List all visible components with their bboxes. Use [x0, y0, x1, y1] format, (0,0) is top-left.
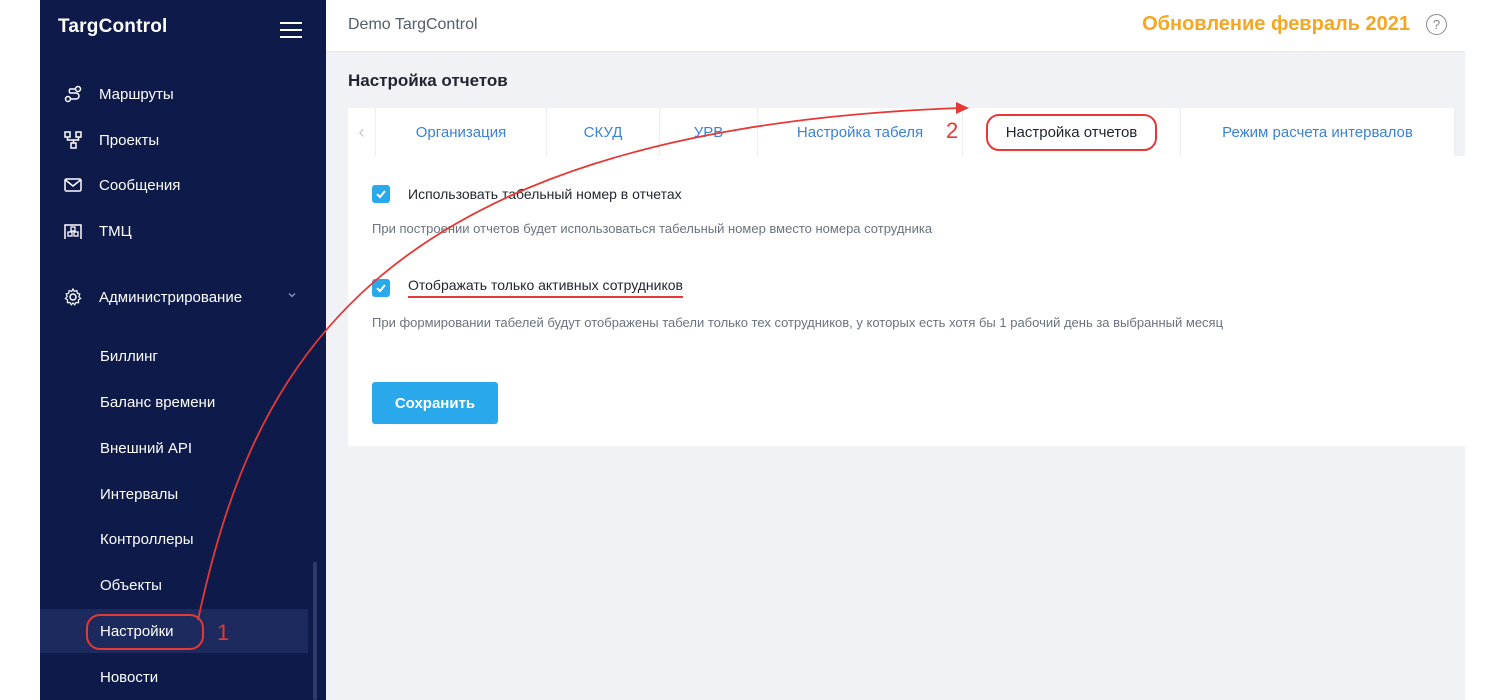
sidebar-item-projects[interactable]: Проекты: [40, 120, 320, 160]
chevron-down-icon: [288, 293, 296, 298]
right-margin: [1465, 0, 1500, 700]
sidebar-item-label: Проекты: [99, 131, 160, 149]
settings-tabs: ‹ Организация СКУД УРВ Настройка табеля …: [348, 108, 1465, 156]
tab-skud[interactable]: СКУД: [547, 108, 660, 156]
sidebar-subitem-news[interactable]: Новости: [40, 655, 308, 699]
sidebar-subitem-time-balance[interactable]: Баланс времени: [40, 380, 308, 424]
annotation-ring-settings: [86, 614, 204, 650]
option-active-only[interactable]: Отображать только активных сотрудников: [372, 277, 683, 298]
projects-icon: [62, 129, 84, 151]
option-label: Использовать табельный номер в отчетах: [408, 186, 682, 202]
sidebar-item-administration[interactable]: Администрирование: [40, 277, 320, 317]
sidebar-subitem-billing[interactable]: Биллинг: [40, 334, 308, 378]
sidebar-subitem-controllers[interactable]: Контроллеры: [40, 517, 308, 561]
sidebar-item-routes[interactable]: Маршруты: [40, 74, 320, 114]
gear-icon: [62, 286, 84, 308]
sidebar-subitem-external-api[interactable]: Внешний API: [40, 426, 308, 470]
option-hint: При формировании табелей будут отображен…: [372, 315, 1224, 330]
tab-scroll-left-icon[interactable]: ‹: [348, 108, 376, 156]
checkbox-checked[interactable]: [372, 185, 390, 203]
sidebar-item-messages[interactable]: Сообщения: [40, 165, 320, 205]
sidebar-subitem-intervals[interactable]: Интервалы: [40, 472, 308, 516]
tab-report-settings[interactable]: Настройка отчетов: [963, 108, 1181, 156]
main-area: Demo TargControl Обновление февраль 2021…: [326, 0, 1500, 700]
save-button[interactable]: Сохранить: [372, 382, 498, 424]
sidebar-scrollbar[interactable]: [313, 562, 317, 700]
update-link[interactable]: Обновление февраль 2021: [1142, 13, 1410, 36]
brand-logo[interactable]: TargControl: [58, 16, 168, 38]
top-bar: Demo TargControl Обновление февраль 2021…: [326, 0, 1465, 52]
sidebar-item-label: Маршруты: [99, 85, 174, 103]
tab-interval-mode[interactable]: Режим расчета интервалов: [1181, 108, 1455, 156]
tab-urv[interactable]: УРВ: [660, 108, 758, 156]
annotation-step-2: 2: [946, 118, 959, 143]
tab-timesheet-settings[interactable]: Настройка табеля: [758, 108, 963, 156]
page-title: Настройка отчетов: [348, 71, 508, 90]
option-label: Отображать только активных сотрудников: [408, 277, 683, 298]
warehouse-icon: [62, 220, 84, 242]
hamburger-menu-icon[interactable]: [280, 22, 302, 40]
check-icon: [376, 190, 386, 199]
check-icon: [376, 283, 386, 292]
sidebar-item-inventory[interactable]: ТМЦ: [40, 211, 320, 251]
tab-organization[interactable]: Организация: [376, 108, 547, 156]
option-hint: При построении отчетов будет использоват…: [372, 221, 933, 236]
question-circle-icon[interactable]: ?: [1426, 14, 1447, 35]
app-name: Demo TargControl: [348, 16, 478, 33]
route-icon: [62, 83, 84, 105]
mail-icon: [62, 174, 84, 196]
settings-card: Использовать табельный номер в отчетах П…: [348, 156, 1465, 446]
sidebar: TargControl Маршруты Проекты Сообщения Т…: [40, 0, 326, 700]
app-window: TargControl Маршруты Проекты Сообщения Т…: [0, 0, 1500, 700]
sidebar-item-label: Сообщения: [99, 176, 181, 194]
sidebar-item-label: Администрирование: [99, 288, 243, 306]
checkbox-checked[interactable]: [372, 278, 390, 297]
option-use-tab-number[interactable]: Использовать табельный номер в отчетах: [372, 185, 682, 203]
sidebar-subitem-objects[interactable]: Объекты: [40, 563, 308, 607]
sidebar-item-label: ТМЦ: [99, 222, 132, 240]
annotation-step-1: 1: [217, 620, 230, 645]
